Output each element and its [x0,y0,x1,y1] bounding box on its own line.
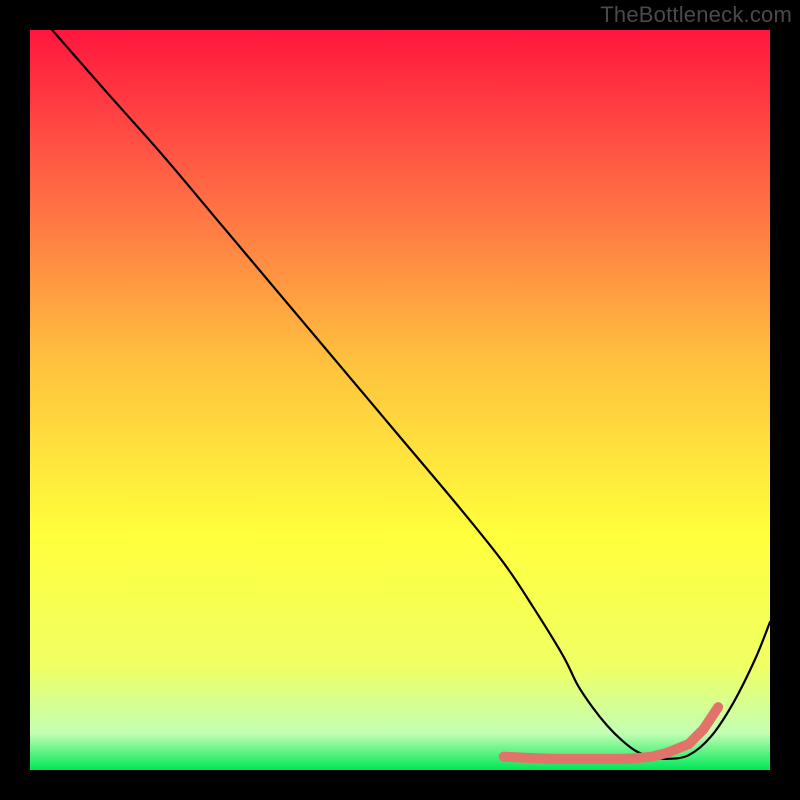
gradient-bg [30,30,770,770]
chart-svg [30,30,770,770]
watermark-text: TheBottleneck.com [600,2,792,28]
plot-area [30,30,770,770]
chart-frame: TheBottleneck.com [0,0,800,800]
